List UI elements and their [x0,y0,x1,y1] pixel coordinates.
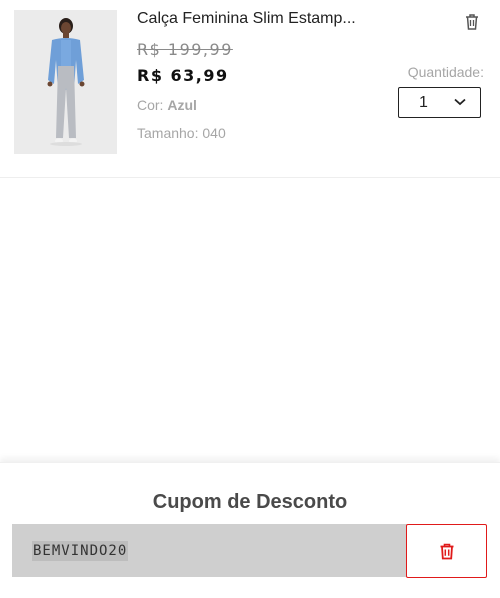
remove-coupon-button[interactable] [406,524,487,578]
size-label: Tamanho: [137,125,203,141]
trash-icon [440,543,454,560]
sale-price: R$ 63,99 [137,66,229,85]
product-image[interactable] [14,10,117,154]
coupon-code[interactable]: BEMVINDO20 [32,541,129,561]
quantity-select[interactable]: 1 [398,87,481,118]
coupon-field[interactable]: BEMVINDO20 [12,524,407,577]
trash-icon[interactable] [462,12,482,32]
chevron-down-icon [454,98,466,106]
quantity-value: 1 [419,94,428,111]
product-photo-illustration [14,10,117,154]
coupon-title: Cupom de Desconto [152,491,348,513]
cart-item: Calça Feminina Slim Estamp... R$ 199,99 … [0,0,500,178]
product-title[interactable]: Calça Feminina Slim Estamp... [137,8,392,30]
quantity-label: Quantidade: [407,64,484,80]
coupon-section: Cupom de Desconto BEMVINDO20 [0,462,500,598]
color-label: Cor: [137,97,168,113]
size-attribute: Tamanho: 040 [137,124,226,142]
color-value: Azul [167,97,197,113]
size-value: 040 [202,125,226,141]
color-attribute: Cor: Azul [137,96,197,114]
old-price: R$ 199,99 [137,40,233,59]
